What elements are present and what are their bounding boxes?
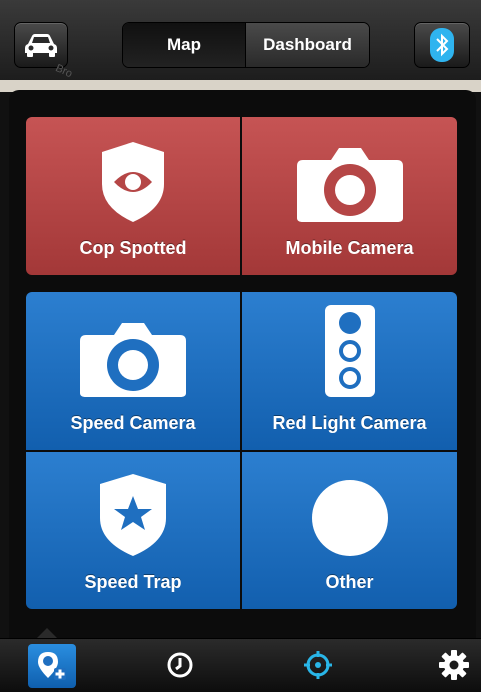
view-switcher: Map Dashboard [122,22,370,68]
active-tab-pointer [37,628,57,638]
tab-report[interactable] [28,644,76,688]
tab-map[interactable]: Map [123,23,245,67]
traffic-light-icon [324,305,375,397]
add-report-icon [38,652,66,680]
speed-camera-button[interactable]: Speed Camera [26,292,240,450]
police-eye-shield-icon [102,142,164,222]
tile-label: Cop Spotted [79,238,187,258]
camera-icon [80,323,186,397]
tile-label: Speed Camera [70,413,196,433]
tab-history[interactable] [158,645,202,685]
tab-locate[interactable] [296,645,340,685]
tile-label: Red Light Camera [272,413,427,433]
star-shield-icon [100,474,166,556]
tab-settings[interactable] [432,645,476,685]
bottom-tab-bar [0,638,481,692]
other-button[interactable]: Other [242,452,457,609]
car-icon [25,34,57,57]
bluetooth-button[interactable] [414,22,470,68]
tile-label: Mobile Camera [285,238,414,258]
history-clock-icon [167,652,193,678]
locate-crosshair-icon [304,651,332,679]
car-button[interactable] [14,22,68,68]
speed-trap-button[interactable]: Speed Trap [26,452,240,609]
tab-dashboard[interactable]: Dashboard [245,23,369,67]
tile-label: Speed Trap [84,572,182,592]
camera-icon [296,148,403,222]
bluetooth-icon [430,28,454,62]
mobile-camera-button[interactable]: Mobile Camera [242,117,457,275]
cop-spotted-button[interactable]: Cop Spotted [26,117,240,275]
red-light-camera-button[interactable]: Red Light Camera [242,292,457,450]
gear-icon [439,650,469,680]
circle-icon [311,480,388,556]
tile-label: Other [325,572,374,592]
